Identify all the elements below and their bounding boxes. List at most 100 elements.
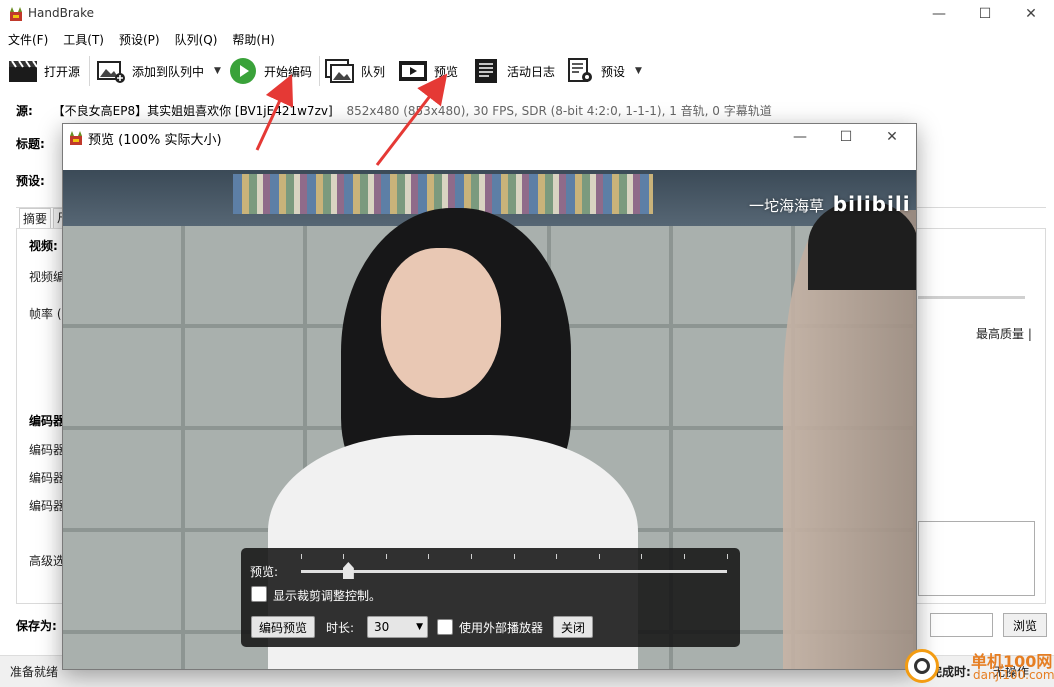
best-quality-label: 最高质量 | bbox=[976, 327, 1032, 341]
preview-slider-ticks bbox=[300, 554, 728, 562]
close-button[interactable]: ✕ bbox=[1008, 0, 1054, 28]
chevron-down-icon[interactable]: ▼ bbox=[635, 66, 642, 76]
duration-label: 时长: bbox=[326, 621, 355, 635]
duration-select[interactable]: 30 ▼ bbox=[367, 616, 428, 638]
slider-tick bbox=[385, 554, 387, 559]
preview-slider-track[interactable] bbox=[301, 570, 727, 573]
open-source-button[interactable]: 打开源 bbox=[8, 52, 80, 90]
start-encode-label: 开始编码 bbox=[264, 64, 313, 79]
menu-queue[interactable]: 队列(Q) bbox=[167, 31, 225, 48]
handbrake-logo-icon bbox=[70, 131, 82, 145]
log-icon bbox=[471, 58, 501, 84]
crop-controls-checkbox[interactable] bbox=[251, 586, 267, 602]
menu-file[interactable]: 文件(F) bbox=[0, 31, 55, 48]
preview-maximize-button[interactable]: ☐ bbox=[823, 124, 869, 150]
add-to-queue-button[interactable]: 添加到队列中 ▼ bbox=[96, 52, 221, 90]
preview-controls-panel: 预览: 显示裁剪调整控制。 编码预览 时长: 30 ▼ 使用外部播放器 关闭 bbox=[241, 548, 740, 647]
slider-tick bbox=[598, 554, 600, 559]
toolbar-separator bbox=[89, 56, 90, 86]
app-title: HandBrake bbox=[28, 6, 95, 20]
slider-tick bbox=[470, 554, 472, 559]
video-encoder-label: 视频编 bbox=[29, 270, 66, 284]
preview-minimize-button[interactable]: — bbox=[777, 124, 823, 150]
add-to-queue-label: 添加到队列中 bbox=[132, 64, 205, 79]
menu-presets[interactable]: 预设(P) bbox=[111, 31, 167, 48]
advanced-options-textbox[interactable] bbox=[918, 521, 1035, 596]
film-strip-icon bbox=[398, 58, 428, 84]
preview-video-frame: 一坨海海草 bilibili 预览: 显示裁剪调整控制。 编码预览 时长: 30… bbox=[63, 170, 916, 669]
slider-tick bbox=[683, 554, 685, 559]
chevron-down-icon[interactable]: ▼ bbox=[214, 66, 221, 76]
source-info: 源: 【不良女高EP8】其实姐姐喜欢你 [BV1jE421w7zv] 852x4… bbox=[16, 102, 772, 119]
clapperboard-icon bbox=[8, 58, 38, 84]
preset-label: 预设: bbox=[16, 174, 45, 188]
tab-summary[interactable]: 摘要 bbox=[19, 208, 51, 228]
uploader-name: 一坨海海草 bbox=[749, 197, 825, 215]
preview-slider-thumb[interactable] bbox=[342, 562, 354, 579]
encoder-row-1: 编码器 bbox=[29, 443, 66, 457]
encoder-heading: 编码器 bbox=[29, 414, 66, 428]
site-logo-icon bbox=[905, 649, 939, 683]
chevron-down-icon: ▼ bbox=[416, 622, 423, 632]
preview-title: 预览 (100% 实际大小) bbox=[88, 133, 222, 148]
source-label: 源: bbox=[16, 104, 33, 118]
duration-value: 30 bbox=[374, 620, 390, 634]
toolbar-separator bbox=[319, 56, 320, 86]
activity-log-button[interactable]: 活动日志 bbox=[471, 52, 555, 90]
play-icon bbox=[228, 58, 258, 84]
title-label: 标题: bbox=[16, 137, 45, 151]
activity-log-label: 活动日志 bbox=[507, 64, 556, 79]
menu-bar: 文件(F) 工具(T) 预设(P) 队列(Q) 帮助(H) bbox=[0, 28, 1054, 50]
preset-settings-icon bbox=[565, 58, 595, 84]
open-source-label: 打开源 bbox=[44, 64, 81, 79]
encode-preview-button[interactable]: 编码预览 bbox=[251, 616, 315, 638]
queue-label: 队列 bbox=[361, 64, 386, 79]
source-name: 【不良女高EP8】其实姐姐喜欢你 [BV1jE421w7zv] bbox=[52, 104, 333, 118]
encoder-row-2: 编码器 bbox=[29, 471, 66, 485]
toolbar: 打开源 添加到队列中 ▼ 开始编码 队列 预览 活动日志 预设 ▼ bbox=[0, 52, 1054, 90]
external-player-label: 使用外部播放器 bbox=[459, 621, 544, 635]
close-preview-button[interactable]: 关闭 bbox=[553, 616, 593, 638]
slider-tick bbox=[300, 554, 302, 559]
menu-tools[interactable]: 工具(T) bbox=[55, 31, 111, 48]
save-path-input[interactable] bbox=[930, 613, 993, 637]
slider-tick bbox=[641, 554, 643, 559]
encoder-row-3: 编码器 bbox=[29, 499, 66, 513]
site-watermark: 单机100网 danji100.com bbox=[905, 647, 1054, 687]
external-player-checkbox[interactable] bbox=[437, 619, 453, 635]
video-watermark: 一坨海海草 bilibili bbox=[749, 192, 911, 216]
preview-title-bar: 预览 (100% 实际大小) — ☐ ✕ bbox=[63, 124, 916, 170]
crop-controls-label: 显示裁剪调整控制。 bbox=[273, 589, 382, 603]
preview-label: 预览 bbox=[434, 64, 459, 79]
site-url: danji100.com bbox=[973, 668, 1054, 682]
save-as-label: 保存为: bbox=[16, 619, 57, 633]
slider-tick bbox=[428, 554, 430, 559]
menu-help[interactable]: 帮助(H) bbox=[224, 31, 281, 48]
browse-button[interactable]: 浏览 bbox=[1003, 613, 1047, 637]
person-face bbox=[381, 248, 501, 398]
bilibili-logo: bilibili bbox=[832, 192, 911, 216]
source-meta: 852x480 (853x480), 30 FPS, SDR (8-bit 4:… bbox=[346, 104, 772, 118]
slider-tick bbox=[726, 554, 728, 559]
queue-button[interactable]: 队列 bbox=[325, 52, 385, 90]
start-encode-button[interactable]: 开始编码 bbox=[228, 52, 312, 90]
presets-button[interactable]: 预设 ▼ bbox=[565, 52, 642, 90]
handbrake-logo-icon bbox=[10, 7, 22, 21]
slider-tick bbox=[343, 554, 345, 559]
preview-slider-label: 预览: bbox=[250, 565, 279, 579]
status-ready: 准备就绪 bbox=[10, 665, 59, 679]
add-image-icon bbox=[96, 58, 126, 84]
quality-slider-track[interactable] bbox=[918, 296, 1025, 299]
preview-button[interactable]: 预览 bbox=[398, 52, 458, 90]
presets-label: 预设 bbox=[601, 64, 626, 79]
preview-window: 预览 (100% 实际大小) — ☐ ✕ 一坨海海草 bilibili 预览: bbox=[62, 123, 917, 670]
preview-close-button[interactable]: ✕ bbox=[869, 124, 915, 150]
queue-images-icon bbox=[325, 58, 355, 84]
advanced-label: 高级选 bbox=[29, 554, 66, 568]
slider-tick bbox=[513, 554, 515, 559]
main-title-bar: HandBrake — ☐ ✕ bbox=[0, 0, 1054, 28]
slider-tick bbox=[556, 554, 558, 559]
video-heading: 视频: bbox=[29, 239, 58, 253]
maximize-button[interactable]: ☐ bbox=[962, 0, 1008, 28]
minimize-button[interactable]: — bbox=[916, 0, 962, 28]
